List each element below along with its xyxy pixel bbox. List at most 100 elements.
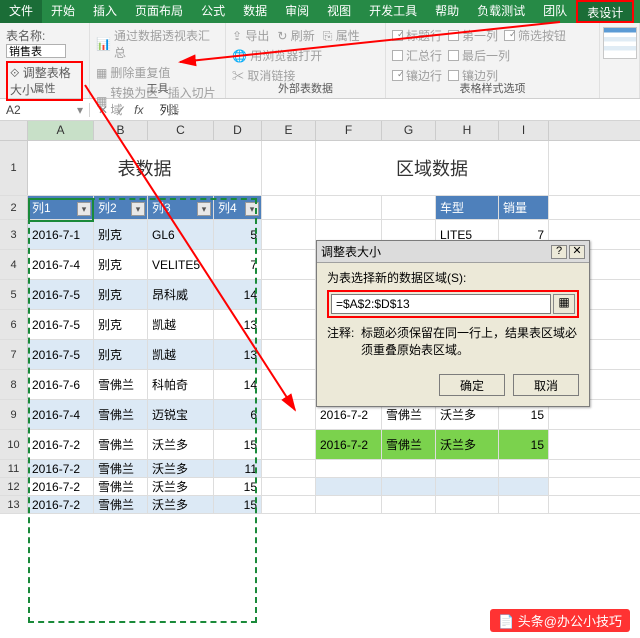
cell[interactable] xyxy=(499,496,549,513)
cell[interactable] xyxy=(499,460,549,477)
cell[interactable]: 沃兰多 xyxy=(148,430,214,459)
ext-props-button[interactable]: ⎘ 属性 xyxy=(323,27,360,44)
col-E[interactable]: E xyxy=(262,121,316,140)
cell[interactable] xyxy=(262,478,316,495)
cb-filter[interactable]: 筛选按钮 xyxy=(504,27,566,44)
cell[interactable]: 别克 xyxy=(94,310,148,339)
col-I[interactable]: I xyxy=(499,121,549,140)
cell[interactable]: 2016-7-5 xyxy=(28,310,94,339)
cell[interactable] xyxy=(262,280,316,309)
dialog-cancel-button[interactable]: 取消 xyxy=(513,374,579,396)
cell[interactable] xyxy=(262,370,316,399)
cell[interactable]: 雪佛兰 xyxy=(94,478,148,495)
cell[interactable]: 2016-7-5 xyxy=(28,340,94,369)
cell[interactable]: 雪佛兰 xyxy=(94,430,148,459)
col-A[interactable]: A xyxy=(28,121,94,140)
tab-table-design[interactable]: 表设计 xyxy=(576,0,634,23)
filter-dropdown-icon[interactable]: ▾ xyxy=(245,202,259,216)
cell[interactable] xyxy=(262,196,316,219)
cell[interactable]: 14 xyxy=(214,370,262,399)
cell[interactable]: 13 xyxy=(214,340,262,369)
cell[interactable]: 15 xyxy=(214,496,262,513)
cell[interactable]: 雪佛兰 xyxy=(94,460,148,477)
tab-insert[interactable]: 插入 xyxy=(84,0,126,23)
cell[interactable] xyxy=(436,478,499,495)
cell[interactable] xyxy=(316,478,382,495)
dialog-range-input[interactable] xyxy=(331,294,551,314)
cell[interactable]: 11 xyxy=(214,460,262,477)
cell[interactable] xyxy=(436,496,499,513)
remove-duplicates-button[interactable]: ▦ 删除重复值 xyxy=(96,64,219,81)
cell[interactable]: 2016-7-2 xyxy=(28,496,94,513)
table-style-thumb[interactable] xyxy=(603,27,637,59)
col-H[interactable]: H xyxy=(436,121,499,140)
cell[interactable]: 沃兰多 xyxy=(148,496,214,513)
open-browser-button[interactable]: 🌐 用浏览器打开 xyxy=(232,47,322,64)
cell[interactable]: 别克 xyxy=(94,250,148,279)
cell[interactable]: 别克 xyxy=(94,280,148,309)
cb-header-row[interactable]: 标题行 xyxy=(392,27,442,44)
cell[interactable] xyxy=(262,496,316,513)
cell[interactable]: 2016-7-4 xyxy=(28,400,94,429)
cell[interactable]: 13 xyxy=(214,310,262,339)
cell[interactable]: 2016-7-6 xyxy=(28,370,94,399)
col-B[interactable]: B xyxy=(94,121,148,140)
refresh-button[interactable]: ↻ 刷新 xyxy=(277,27,314,44)
tab-view[interactable]: 视图 xyxy=(318,0,360,23)
cell[interactable] xyxy=(262,340,316,369)
export-button[interactable]: ⇪ 导出 xyxy=(232,27,269,44)
cell[interactable]: 迈锐宝 xyxy=(148,400,214,429)
cell[interactable]: 2016-7-4 xyxy=(28,250,94,279)
cell[interactable]: 7 xyxy=(214,250,262,279)
table-header[interactable]: 列1▾ xyxy=(28,196,94,219)
cell[interactable]: 别克 xyxy=(94,220,148,249)
col-F[interactable]: F xyxy=(316,121,382,140)
tab-layout[interactable]: 页面布局 xyxy=(126,0,192,23)
cell[interactable]: 2016-7-2 xyxy=(28,478,94,495)
cell[interactable]: 2016-7-2 xyxy=(28,460,94,477)
tab-dev[interactable]: 开发工具 xyxy=(360,0,426,23)
cell[interactable] xyxy=(262,310,316,339)
cell[interactable]: 5 xyxy=(214,220,262,249)
filter-dropdown-icon[interactable]: ▾ xyxy=(131,202,145,216)
cell[interactable]: 凯越 xyxy=(148,340,214,369)
cell[interactable] xyxy=(382,460,436,477)
table-header[interactable]: 列4▾ xyxy=(214,196,262,219)
cell[interactable]: 雪佛兰 xyxy=(94,370,148,399)
tab-data[interactable]: 数据 xyxy=(234,0,276,23)
cell[interactable]: 15 xyxy=(214,430,262,459)
cell[interactable] xyxy=(316,496,382,513)
tab-team[interactable]: 团队 xyxy=(534,0,576,23)
pivot-summary-button[interactable]: 📊 通过数据透视表汇总 xyxy=(96,27,219,61)
dialog-help-button[interactable]: ? xyxy=(551,245,567,259)
cell[interactable]: 15 xyxy=(214,478,262,495)
dialog-close-button[interactable]: ✕ xyxy=(569,245,585,259)
cell[interactable]: 15 xyxy=(499,430,549,459)
col-D[interactable]: D xyxy=(214,121,262,140)
col-G[interactable]: G xyxy=(382,121,436,140)
cell[interactable] xyxy=(262,250,316,279)
cell[interactable]: 雪佛兰 xyxy=(94,400,148,429)
tab-home[interactable]: 开始 xyxy=(42,0,84,23)
cell[interactable]: 2016-7-1 xyxy=(28,220,94,249)
table-header[interactable]: 列3▾ xyxy=(148,196,214,219)
cell[interactable] xyxy=(382,478,436,495)
tab-file[interactable]: 文件 xyxy=(0,0,42,23)
cell[interactable] xyxy=(262,220,316,249)
cell[interactable]: 2016-7-2 xyxy=(316,430,382,459)
col-C[interactable]: C xyxy=(148,121,214,140)
cell[interactable]: 雪佛兰 xyxy=(382,430,436,459)
filter-dropdown-icon[interactable]: ▾ xyxy=(197,202,211,216)
cell[interactable] xyxy=(499,478,549,495)
cell[interactable] xyxy=(382,496,436,513)
cell[interactable]: 沃兰多 xyxy=(148,478,214,495)
tab-formula[interactable]: 公式 xyxy=(192,0,234,23)
tab-help[interactable]: 帮助 xyxy=(426,0,468,23)
cb-last-col[interactable]: 最后一列 xyxy=(448,47,510,64)
cell[interactable] xyxy=(316,196,382,219)
filter-dropdown-icon[interactable]: ▾ xyxy=(77,202,91,216)
cell[interactable]: 2016-7-5 xyxy=(28,280,94,309)
table-name-input[interactable] xyxy=(6,44,66,58)
cell[interactable] xyxy=(262,400,316,429)
range-picker-icon[interactable]: ▦ xyxy=(553,294,575,314)
